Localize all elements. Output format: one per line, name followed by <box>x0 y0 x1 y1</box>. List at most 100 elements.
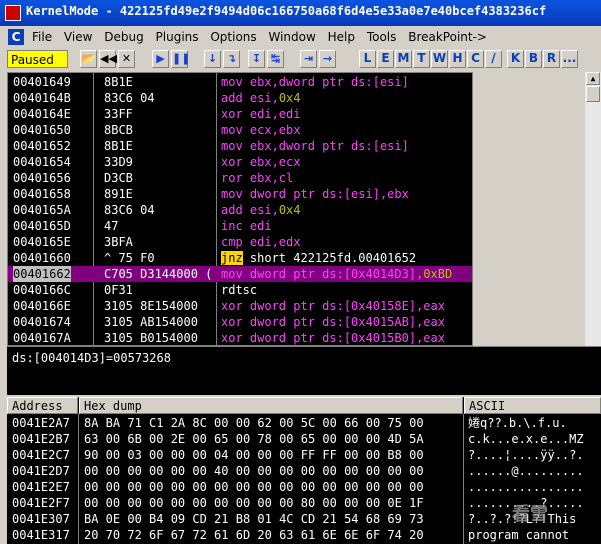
row-operand: dword ptr ds:[0x4015AB],eax <box>242 315 445 329</box>
dump-row[interactable]: 0041E2E7 00 00 00 00 00 00 00 00 00 00 00… <box>7 479 601 495</box>
disassembly-row[interactable]: 0040164B 83C6 04 add esi,0x4 <box>8 90 472 106</box>
menu-plugins[interactable]: Plugins <box>156 30 199 44</box>
pause-icon[interactable]: ❚❚ <box>171 50 190 68</box>
disassembly-row[interactable]: 00401652 8B1E mov ebx,dword ptr ds:[esi] <box>8 138 472 154</box>
disassembly-pane[interactable]: 00401649 8B1E mov ebx,dword ptr ds:[esi] 00… <box>7 72 473 346</box>
row-address: 0040164B <box>13 91 71 105</box>
row-operand: ecx,ebx <box>242 123 301 137</box>
scroll-thumb[interactable] <box>586 86 600 102</box>
disassembly-row[interactable]: 00401649 8B1E mov ebx,dword ptr ds:[esi] <box>8 74 472 90</box>
disassembly-row[interactable]: 00401662 C705 D3144000 (mov dword ptr ds:… <box>8 266 472 282</box>
dump-ascii: c.k...e.x.e...MZ <box>468 432 584 446</box>
row-mnemonic: xor <box>221 155 243 169</box>
app-icon <box>5 5 21 21</box>
toolbar-handles-button[interactable]: H <box>449 50 466 68</box>
dump-address: 0041E317 <box>12 528 70 542</box>
menu-view[interactable]: View <box>64 30 92 44</box>
row-disassembly: mov ebx,dword ptr ds:[esi] <box>221 138 409 154</box>
row-hex: 83C6 04 <box>104 203 155 217</box>
toolbar-references-button[interactable]: R <box>543 50 560 68</box>
dump-hex: BA 0E 00 B4 09 CD 21 B8 01 4C CD 21 54 6… <box>84 512 424 526</box>
toolbar-threads-button[interactable]: T <box>413 50 430 68</box>
menu-debug[interactable]: Debug <box>104 30 143 44</box>
toolbar-breakpoints-button[interactable]: B <box>525 50 542 68</box>
cpu-window-icon[interactable]: C <box>8 29 24 45</box>
disassembly-row[interactable]: 0040167A 3105 B0154000 xor dword ptr ds:[0… <box>8 330 472 345</box>
toolbar-patches-button[interactable]: / <box>485 50 502 68</box>
row-hex: 47 <box>104 219 119 233</box>
dump-address: 0041E2D7 <box>12 464 70 478</box>
row-mnemonic: mov <box>221 139 243 153</box>
disassembly-row[interactable]: 0040165E 3BFA cmp edi,edx <box>8 234 472 250</box>
row-hex: 8BCB <box>104 123 133 137</box>
trace-over-icon[interactable]: ↹ <box>267 50 284 68</box>
rewind-icon[interactable]: ◀◀ <box>99 50 117 68</box>
menu-options[interactable]: Options <box>210 30 256 44</box>
row-hex: 3105 B0154000 <box>104 331 198 345</box>
dump-ascii: ......@......... <box>468 464 584 478</box>
row-address: 00401656 <box>13 171 71 185</box>
dump-hex: 00 00 00 00 00 00 00 00 00 00 00 00 00 0… <box>84 480 424 494</box>
open-icon[interactable]: 📂 <box>80 50 97 68</box>
dump-row[interactable]: 0041E2B7 63 00 6B 00 2E 00 65 00 78 00 65… <box>7 431 601 447</box>
disassembly-row[interactable]: 00401658 891E mov dword ptr ds:[esi],ebx <box>8 186 472 202</box>
disassembly-row[interactable]: 0040165A 83C6 04 add esi,0x4 <box>8 202 472 218</box>
toolbar-callstack-button[interactable]: K <box>507 50 524 68</box>
row-mnemonic: jnz <box>221 251 243 265</box>
debug-status: Paused <box>7 50 68 68</box>
toolbar-more-button[interactable]: ... <box>561 50 578 68</box>
row-hex: 3105 AB154000 <box>104 315 198 329</box>
dump-ascii: ................ <box>468 480 584 494</box>
toolbar-memory-button[interactable]: M <box>395 50 412 68</box>
dump-header-address[interactable]: Address <box>7 397 78 414</box>
dump-header-ascii[interactable]: ASCII <box>464 397 601 414</box>
toolbar-log-button[interactable]: L <box>359 50 376 68</box>
row-disassembly: xor dword ptr ds:[0x4015B0],eax <box>221 330 445 345</box>
row-address: 00401650 <box>13 123 71 137</box>
toolbar-modules-button[interactable]: E <box>377 50 394 68</box>
dump-hex: 20 70 72 6F 67 72 61 6D 20 63 61 6E 6E 6… <box>84 528 424 542</box>
row-mnemonic: mov <box>221 123 243 137</box>
disassembly-row[interactable]: 00401654 33D9 xor ebx,ecx <box>8 154 472 170</box>
dump-hex: 90 00 03 00 00 00 04 00 00 00 FF FF 00 0… <box>84 448 424 462</box>
menu-file[interactable]: File <box>32 30 52 44</box>
goto-icon[interactable]: → <box>319 50 336 68</box>
row-address: 0040166E <box>13 299 71 313</box>
disassembly-row[interactable]: 00401674 3105 AB154000 xor dword ptr ds:[0… <box>8 314 472 330</box>
row-disassembly: cmp edi,edx <box>221 234 300 250</box>
toolbar-cpu-button[interactable]: C <box>467 50 484 68</box>
execute-till-return-icon[interactable]: ⇥ <box>300 50 317 68</box>
scroll-up-icon[interactable]: ▲ <box>586 72 600 85</box>
disassembly-row[interactable]: 00401650 8BCB mov ecx,ebx <box>8 122 472 138</box>
dump-header-hex[interactable]: Hex dump <box>79 397 463 414</box>
menu-help[interactable]: Help <box>328 30 355 44</box>
disassembly-row[interactable]: 00401656 D3CB ror ebx,cl <box>8 170 472 186</box>
step-over-icon[interactable]: ↴ <box>223 50 240 68</box>
disassembly-row[interactable]: 0040165D 47 inc edi <box>8 218 472 234</box>
row-disassembly: jnz short 422125fd.00401652 <box>221 250 416 266</box>
disassembly-scrollbar[interactable]: ▲ <box>585 72 601 346</box>
toolbar-windows-button[interactable]: W <box>431 50 448 68</box>
dump-row[interactable]: 0041E2C7 90 00 03 00 00 00 04 00 00 00 FF… <box>7 447 601 463</box>
menu-tools[interactable]: Tools <box>367 30 397 44</box>
menu-breakpoint[interactable]: BreakPoint-> <box>408 30 487 44</box>
dump-row[interactable]: 0041E317 20 70 72 6F 67 72 61 6D 20 63 61… <box>7 527 601 543</box>
row-operand: short 422125fd.00401652 <box>242 251 417 265</box>
menu-window[interactable]: Window <box>268 30 315 44</box>
run-icon[interactable]: ▶ <box>152 50 169 68</box>
trace-into-icon[interactable]: ↧ <box>248 50 265 68</box>
row-mnemonic: cmp <box>221 235 243 249</box>
disassembly-row[interactable]: 0040164E 33FF xor edi,edi <box>8 106 472 122</box>
row-operand: ebx,dword ptr ds:[esi] <box>242 139 409 153</box>
close-icon[interactable]: ✕ <box>118 50 135 68</box>
step-into-icon[interactable]: ↓ <box>204 50 221 68</box>
dump-row[interactable]: 0041E2A7 8A BA 71 C1 2A 8C 00 00 62 00 5C… <box>7 415 601 431</box>
row-address: 0040167A <box>13 331 71 345</box>
row-mnemonic: mov <box>221 187 243 201</box>
row-address: 00401652 <box>13 139 71 153</box>
dump-ascii: 婘q??.b.\.f.u. <box>468 416 567 430</box>
disassembly-row[interactable]: 0040166E 3105 8E154000 xor dword ptr ds:[0… <box>8 298 472 314</box>
dump-row[interactable]: 0041E2D7 00 00 00 00 00 00 40 00 00 00 00… <box>7 463 601 479</box>
disassembly-row[interactable]: 0040166C 0F31 rdtsc <box>8 282 472 298</box>
disassembly-row[interactable]: 00401660 ^ 75 F0 jnz short 422125fd.004016… <box>8 250 472 266</box>
